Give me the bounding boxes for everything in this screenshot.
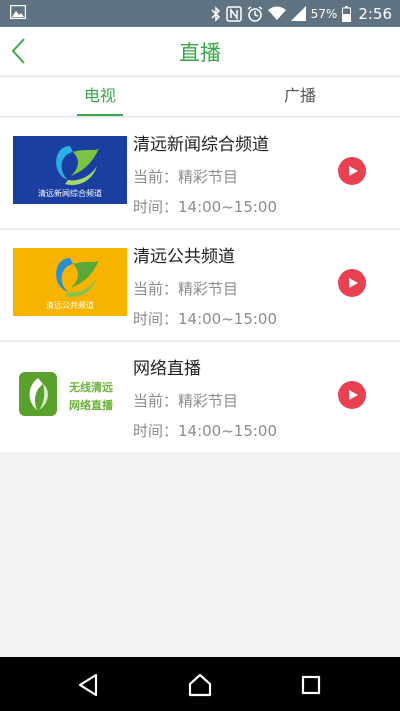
play-button[interactable] <box>338 157 366 185</box>
navigation-bar <box>0 657 400 711</box>
status-icons: 57% 2:56 <box>211 3 392 24</box>
channel-logo: 清远新闻综合频道 <box>13 136 127 204</box>
clock: 2:56 <box>358 4 392 23</box>
nav-back-button[interactable] <box>76 672 102 698</box>
play-icon <box>349 278 358 288</box>
alarm-icon <box>247 5 263 22</box>
channel-name: 网络直播 <box>133 359 201 379</box>
tab-tv[interactable]: 电视 <box>0 78 200 116</box>
tab-active-indicator <box>77 114 123 116</box>
play-icon <box>349 166 358 176</box>
page-title: 直播 <box>179 41 221 65</box>
signal-icon <box>290 6 306 21</box>
nfc-icon <box>225 5 242 22</box>
status-bar: 57% 2:56 <box>0 0 400 27</box>
image-icon <box>9 4 27 23</box>
channel-time: 时间：14:00~15:00 <box>133 310 278 328</box>
nav-home-button[interactable] <box>187 672 213 698</box>
channel-logo-text-line1: 无线清远 <box>68 380 113 394</box>
wifi-icon <box>267 6 286 21</box>
header: 直播 <box>0 27 400 75</box>
tab-radio[interactable]: 广播 <box>200 78 400 116</box>
channel-logo-text: 清远公共频道 <box>46 300 94 310</box>
channel-time: 时间：14:00~15:00 <box>133 422 278 440</box>
channel-item-news[interactable]: 清远新闻综合频道 清远新闻综合频道 当前：精彩节目 时间：14:00~15:00 <box>0 118 400 228</box>
channel-logo-text: 清远新闻综合频道 <box>38 188 102 198</box>
play-button[interactable] <box>338 269 366 297</box>
channel-logo-text-line2: 网络直播 <box>69 398 114 412</box>
channel-current-program: 当前：精彩节目 <box>133 280 239 298</box>
home-icon <box>188 673 212 697</box>
channel-name: 清远公共频道 <box>133 247 235 267</box>
play-button[interactable] <box>338 381 366 409</box>
channel-time: 时间：14:00~15:00 <box>133 198 278 216</box>
channel-item-webcast[interactable]: 无线清远 网络直播 网络直播 当前：精彩节目 时间：14:00~15:00 <box>0 341 400 452</box>
battery-percent: 57% <box>310 6 338 21</box>
play-icon <box>349 390 358 400</box>
bluetooth-icon <box>211 5 221 22</box>
back-triangle-icon <box>78 673 98 697</box>
channel-name: 清远新闻综合频道 <box>133 135 269 155</box>
channel-current-program: 当前：精彩节目 <box>133 392 239 410</box>
recent-apps-icon <box>301 675 321 695</box>
channel-list: 清远新闻综合频道 清远新闻综合频道 当前：精彩节目 时间：14:00~15:00… <box>0 118 400 453</box>
nav-recent-apps-button[interactable] <box>298 672 324 698</box>
tab-bar: 电视 广播 <box>0 78 400 117</box>
channel-logo: 清远公共频道 <box>13 248 127 316</box>
channel-item-public[interactable]: 清远公共频道 清远公共频道 当前：精彩节目 时间：14:00~15:00 <box>0 229 400 340</box>
channel-logo: 无线清远 网络直播 <box>13 360 127 428</box>
battery-icon <box>342 5 352 22</box>
channel-current-program: 当前：精彩节目 <box>133 168 239 186</box>
